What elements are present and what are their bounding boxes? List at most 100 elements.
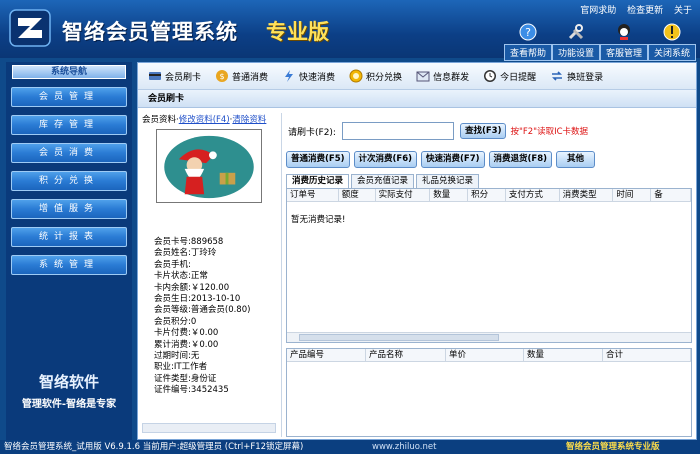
status-bar: 智络会员管理系统_试用版 V6.9.1.6 当前用户:超级管理员 (Ctrl+F…: [0, 440, 700, 454]
toolbar-today-reminder[interactable]: 今日提醒: [483, 69, 536, 83]
find-button[interactable]: 查找(F3): [459, 123, 507, 139]
clear-member-link[interactable]: 清除资料: [232, 115, 266, 125]
member-photo: [156, 129, 262, 203]
column-header[interactable]: 合计: [603, 349, 691, 361]
column-header[interactable]: 支付方式: [506, 189, 560, 201]
sidebar-item-system-management[interactable]: 系统管理: [11, 255, 127, 275]
sidebar-item-statistics-reports[interactable]: 统计报表: [11, 227, 127, 247]
product-table: 产品编号 产品名称 单价 数量 合计: [286, 348, 692, 437]
column-header[interactable]: 单价: [446, 349, 524, 361]
support-button[interactable]: 客服管理: [600, 22, 648, 61]
sidebar-brand: 智络软件 管理软件-智络是专家: [6, 371, 132, 410]
member-field-id-number: 证件编号:3452435: [154, 385, 229, 396]
tab-consumption-history[interactable]: 消费历史记录: [286, 174, 350, 188]
ic-card-hint: 按"F2"读取IC卡数据: [510, 127, 589, 137]
card-number-input[interactable]: [341, 122, 454, 140]
sidebar-header: 系统导航: [12, 65, 126, 79]
sidebar-item-inventory-management[interactable]: 库存管理: [11, 115, 127, 135]
member-panel-header: 会员资料·修改资料(F4)·清除资料: [142, 115, 267, 125]
column-header[interactable]: 时间: [613, 189, 652, 201]
toolbar: 会员刷卡 $ 普通消费 快速消费 积分兑换 信息群发 今日提醒 换班登录: [138, 63, 696, 90]
member-field-occupation: 职业:IT工作者: [154, 362, 208, 373]
toolbar-normal-consumption[interactable]: $ 普通消费: [215, 69, 268, 83]
brand-slogan: 管理软件-智络是专家: [21, 399, 117, 410]
help-online-link[interactable]: 官网求助: [580, 6, 616, 16]
toolbar-member-swipe[interactable]: 会员刷卡: [148, 69, 201, 83]
consumption-area: 请刷卡(F2): 查找(F3) 按"F2"读取IC卡数据 普通消费(F5) 计次…: [284, 113, 694, 437]
panel-divider: [281, 113, 282, 437]
money-icon: $: [216, 70, 229, 82]
column-header[interactable]: 积分: [468, 189, 506, 201]
sidebar-item-value-added-services[interactable]: 增值服务: [11, 199, 127, 219]
status-website[interactable]: www.zhiluo.net: [372, 440, 436, 454]
about-link[interactable]: 关于: [674, 6, 692, 16]
sidebar-item-points-redemption[interactable]: 积分兑换: [11, 171, 127, 191]
toolbar-bulk-message[interactable]: 信息群发: [416, 69, 469, 83]
scrollbar-thumb[interactable]: [299, 334, 499, 341]
settings-button[interactable]: 功能设置: [552, 22, 600, 61]
count-consumption-button[interactable]: 计次消费(F6): [353, 151, 417, 168]
column-header[interactable]: 数量: [524, 349, 603, 361]
main-area: 会员刷卡 $ 普通消费 快速消费 积分兑换 信息群发 今日提醒 换班登录 会员刷…: [137, 62, 697, 440]
help-icon: ?: [519, 23, 537, 41]
check-update-link[interactable]: 检查更新: [627, 6, 663, 16]
product-table-header: 产品编号 产品名称 单价 数量 合计: [287, 349, 691, 362]
member-panel-scrollbar[interactable]: [142, 423, 276, 433]
tab-gift-exchange-records[interactable]: 礼品兑换记录: [416, 174, 480, 188]
member-section-label: 会员资料: [142, 115, 177, 125]
column-header[interactable]: 实际支付: [376, 189, 431, 201]
member-field-card-fee: 卡片付费:￥0.00: [154, 328, 219, 339]
sidebar-item-member-management[interactable]: 会员管理: [11, 87, 127, 107]
column-header[interactable]: 消费类型: [560, 189, 614, 201]
column-header[interactable]: 产品编号: [287, 349, 366, 361]
column-header[interactable]: 额度: [339, 189, 376, 201]
member-field-total-spent: 累计消费:￥0.00: [154, 339, 219, 350]
svg-text:?: ?: [525, 26, 531, 39]
toolbar-quick-consumption[interactable]: 快速消费: [282, 69, 335, 83]
status-brand: 智络会员管理系统专业版: [566, 442, 660, 452]
normal-consumption-button[interactable]: 普通消费(F5): [286, 151, 350, 168]
member-field-phone: 会员手机:: [154, 259, 191, 270]
status-text: 智络会员管理系统_试用版 V6.9.1.6 当前用户:超级管理员 (Ctrl+F…: [4, 442, 304, 452]
app-title: 智络会员管理系统: [62, 20, 238, 44]
top-buttons: ? 查看帮助 功能设置 客服管理 关闭系统: [504, 22, 696, 61]
member-field-balance: 卡内余额:￥120.00: [154, 282, 230, 293]
sidebar-item-member-consumption[interactable]: 会员消费: [11, 143, 127, 163]
panel-title: 会员刷卡: [138, 90, 696, 108]
member-field-points: 会员积分:0: [154, 316, 197, 327]
title-banner: 智络会员管理系统 专业版 官网求助 检查更新 关于 ? 查看帮助 功能设置 客服…: [0, 0, 700, 61]
history-empty-text: 暂无消费记录!: [291, 215, 346, 225]
message-icon: [416, 71, 430, 82]
history-horizontal-scrollbar[interactable]: [287, 332, 691, 342]
card-entry-label: 请刷卡(F2):: [288, 127, 336, 138]
edit-member-link[interactable]: 修改资料(F4): [179, 115, 230, 125]
quick-consumption-button[interactable]: 快速消费(F7): [421, 151, 485, 168]
member-field-name: 会员姓名:丁玲玲: [154, 248, 217, 259]
toolbar-points-exchange[interactable]: 积分兑换: [349, 69, 402, 83]
app-logo-icon: [9, 9, 51, 47]
column-header[interactable]: 订单号: [287, 189, 339, 201]
svg-text:$: $: [219, 72, 224, 81]
other-button[interactable]: 其他: [556, 151, 596, 168]
card-entry-row: 请刷卡(F2): 查找(F3) 按"F2"读取IC卡数据: [288, 122, 588, 140]
card-icon: [149, 72, 161, 80]
swap-icon: [552, 71, 563, 81]
return-button[interactable]: 消费退货(F8): [488, 151, 552, 168]
top-links: 官网求助 检查更新 关于: [572, 3, 692, 16]
brand-name: 智络软件: [38, 373, 99, 391]
tab-recharge-records[interactable]: 会员充值记录: [351, 174, 415, 188]
member-fields: 会员卡号:889658 会员姓名:丁玲玲 会员手机: 卡片状态:正常 卡内余额:…: [154, 237, 280, 397]
toolbar-shift-login[interactable]: 换班登录: [550, 69, 603, 83]
column-header[interactable]: 产品名称: [366, 349, 446, 361]
view-help-button[interactable]: ? 查看帮助: [504, 22, 552, 61]
history-table-header: 订单号 额度 实际支付 数量 积分 支付方式 消费类型 时间 备: [287, 189, 691, 202]
column-header[interactable]: 备: [651, 189, 691, 201]
tools-icon: [568, 24, 584, 40]
member-field-expiry: 过期时间:无: [154, 351, 200, 362]
warning-icon: [663, 23, 681, 41]
member-field-card-number: 会员卡号:889658: [154, 237, 224, 247]
close-system-button[interactable]: 关闭系统: [648, 22, 696, 61]
member-field-level: 会员等级:普通会员(0.80): [154, 305, 251, 316]
clock-icon: [484, 70, 497, 82]
column-header[interactable]: 数量: [430, 189, 469, 201]
